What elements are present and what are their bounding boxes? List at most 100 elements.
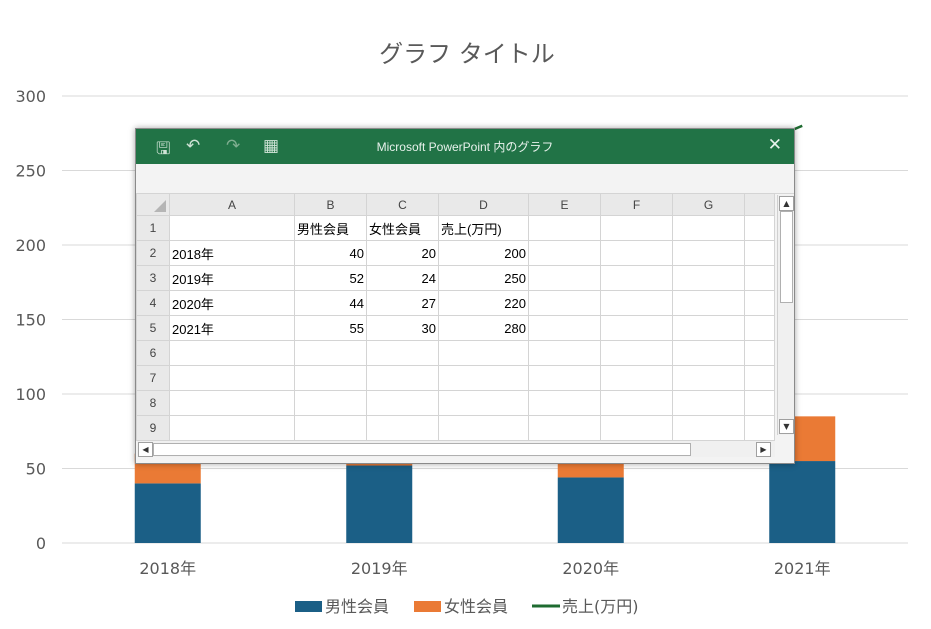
excel-titlebar[interactable]: 🖫 ↶ ↷ ▦ Microsoft PowerPoint 内のグラフ ✕	[136, 129, 794, 164]
cell[interactable]	[294, 390, 367, 416]
cell[interactable]	[744, 315, 775, 341]
cell[interactable]	[169, 215, 295, 241]
scroll-right-icon[interactable]: ▶	[756, 442, 771, 457]
row-header[interactable]: 1	[136, 215, 170, 241]
cell[interactable]	[672, 340, 745, 366]
cell[interactable]	[528, 340, 601, 366]
column-header[interactable]: D	[438, 193, 529, 216]
cell[interactable]	[672, 215, 745, 241]
cell[interactable]: 売上(万円)	[438, 215, 529, 241]
scroll-left-icon[interactable]: ◀	[138, 442, 153, 457]
cell[interactable]	[294, 415, 367, 441]
cell[interactable]: 男性会員	[294, 215, 367, 241]
cell[interactable]	[528, 265, 601, 291]
column-header[interactable]: E	[528, 193, 601, 216]
column-header[interactable]: A	[169, 193, 295, 216]
cell[interactable]	[366, 365, 439, 391]
excel-data-window[interactable]: 🖫 ↶ ↷ ▦ Microsoft PowerPoint 内のグラフ ✕ A B…	[135, 128, 795, 464]
cell[interactable]	[528, 415, 601, 441]
column-header[interactable]	[744, 193, 775, 216]
cell[interactable]	[600, 315, 673, 341]
cell[interactable]: 2018年	[169, 240, 295, 266]
cell[interactable]: 52	[294, 265, 367, 291]
cell[interactable]: 女性会員	[366, 215, 439, 241]
cell[interactable]: 24	[366, 265, 439, 291]
horizontal-scroll-thumb[interactable]	[153, 443, 691, 456]
cell[interactable]: 250	[438, 265, 529, 291]
cell[interactable]: 2021年	[169, 315, 295, 341]
cell[interactable]	[366, 415, 439, 441]
cell[interactable]	[672, 290, 745, 316]
cell[interactable]	[600, 340, 673, 366]
cell[interactable]: 2019年	[169, 265, 295, 291]
cell[interactable]	[744, 390, 775, 416]
cell[interactable]	[600, 415, 673, 441]
cell[interactable]	[169, 390, 295, 416]
vertical-scroll-thumb[interactable]	[780, 211, 793, 303]
cell[interactable]: 40	[294, 240, 367, 266]
cell[interactable]	[169, 365, 295, 391]
cell[interactable]	[438, 365, 529, 391]
cell[interactable]	[744, 290, 775, 316]
cell[interactable]: 220	[438, 290, 529, 316]
cell[interactable]	[744, 415, 775, 441]
cell[interactable]	[744, 265, 775, 291]
chart-title[interactable]: グラフ タイトル	[379, 40, 555, 68]
cell[interactable]	[600, 390, 673, 416]
cell[interactable]	[744, 240, 775, 266]
cell[interactable]	[600, 290, 673, 316]
cell[interactable]	[169, 340, 295, 366]
cell[interactable]: 280	[438, 315, 529, 341]
cell[interactable]	[366, 340, 439, 366]
cell[interactable]	[366, 390, 439, 416]
cell[interactable]	[528, 390, 601, 416]
vertical-scrollbar[interactable]: ▲ ▼	[777, 195, 794, 435]
column-header[interactable]: G	[672, 193, 745, 216]
cell[interactable]	[672, 315, 745, 341]
cell[interactable]	[528, 315, 601, 341]
cell[interactable]	[600, 215, 673, 241]
cell[interactable]	[672, 240, 745, 266]
cell[interactable]	[528, 215, 601, 241]
cell[interactable]	[528, 240, 601, 266]
row-header[interactable]: 9	[136, 415, 170, 441]
row-header[interactable]: 4	[136, 290, 170, 316]
select-all-corner[interactable]	[136, 193, 170, 216]
cell[interactable]	[744, 215, 775, 241]
row-header[interactable]: 6	[136, 340, 170, 366]
cell[interactable]	[672, 415, 745, 441]
cell[interactable]	[528, 365, 601, 391]
column-header[interactable]: C	[366, 193, 439, 216]
cell[interactable]: 200	[438, 240, 529, 266]
cell[interactable]: 2020年	[169, 290, 295, 316]
cell[interactable]	[672, 365, 745, 391]
cell[interactable]	[744, 340, 775, 366]
row-header[interactable]: 7	[136, 365, 170, 391]
row-header[interactable]: 2	[136, 240, 170, 266]
close-icon[interactable]: ✕	[768, 135, 782, 155]
spreadsheet-grid[interactable]: A B C D E F G 1 男性会員 女性会員 売上(万円) 2 2018年…	[136, 193, 775, 441]
cell[interactable]	[744, 365, 775, 391]
cell[interactable]	[169, 415, 295, 441]
cell[interactable]	[600, 265, 673, 291]
row-header[interactable]: 8	[136, 390, 170, 416]
cell[interactable]	[672, 390, 745, 416]
scroll-up-icon[interactable]: ▲	[779, 196, 794, 211]
cell[interactable]	[438, 415, 529, 441]
cell[interactable]	[600, 240, 673, 266]
cell[interactable]	[528, 290, 601, 316]
row-header[interactable]: 3	[136, 265, 170, 291]
cell[interactable]	[294, 340, 367, 366]
column-header[interactable]: F	[600, 193, 673, 216]
cell[interactable]	[672, 265, 745, 291]
cell[interactable]	[600, 365, 673, 391]
cell[interactable]: 30	[366, 315, 439, 341]
horizontal-scrollbar[interactable]: ◀ ▶	[137, 441, 775, 457]
cell[interactable]	[294, 365, 367, 391]
cell[interactable]: 20	[366, 240, 439, 266]
scroll-down-icon[interactable]: ▼	[779, 419, 794, 434]
column-header[interactable]: B	[294, 193, 367, 216]
cell[interactable]: 55	[294, 315, 367, 341]
cell[interactable]: 44	[294, 290, 367, 316]
row-header[interactable]: 5	[136, 315, 170, 341]
